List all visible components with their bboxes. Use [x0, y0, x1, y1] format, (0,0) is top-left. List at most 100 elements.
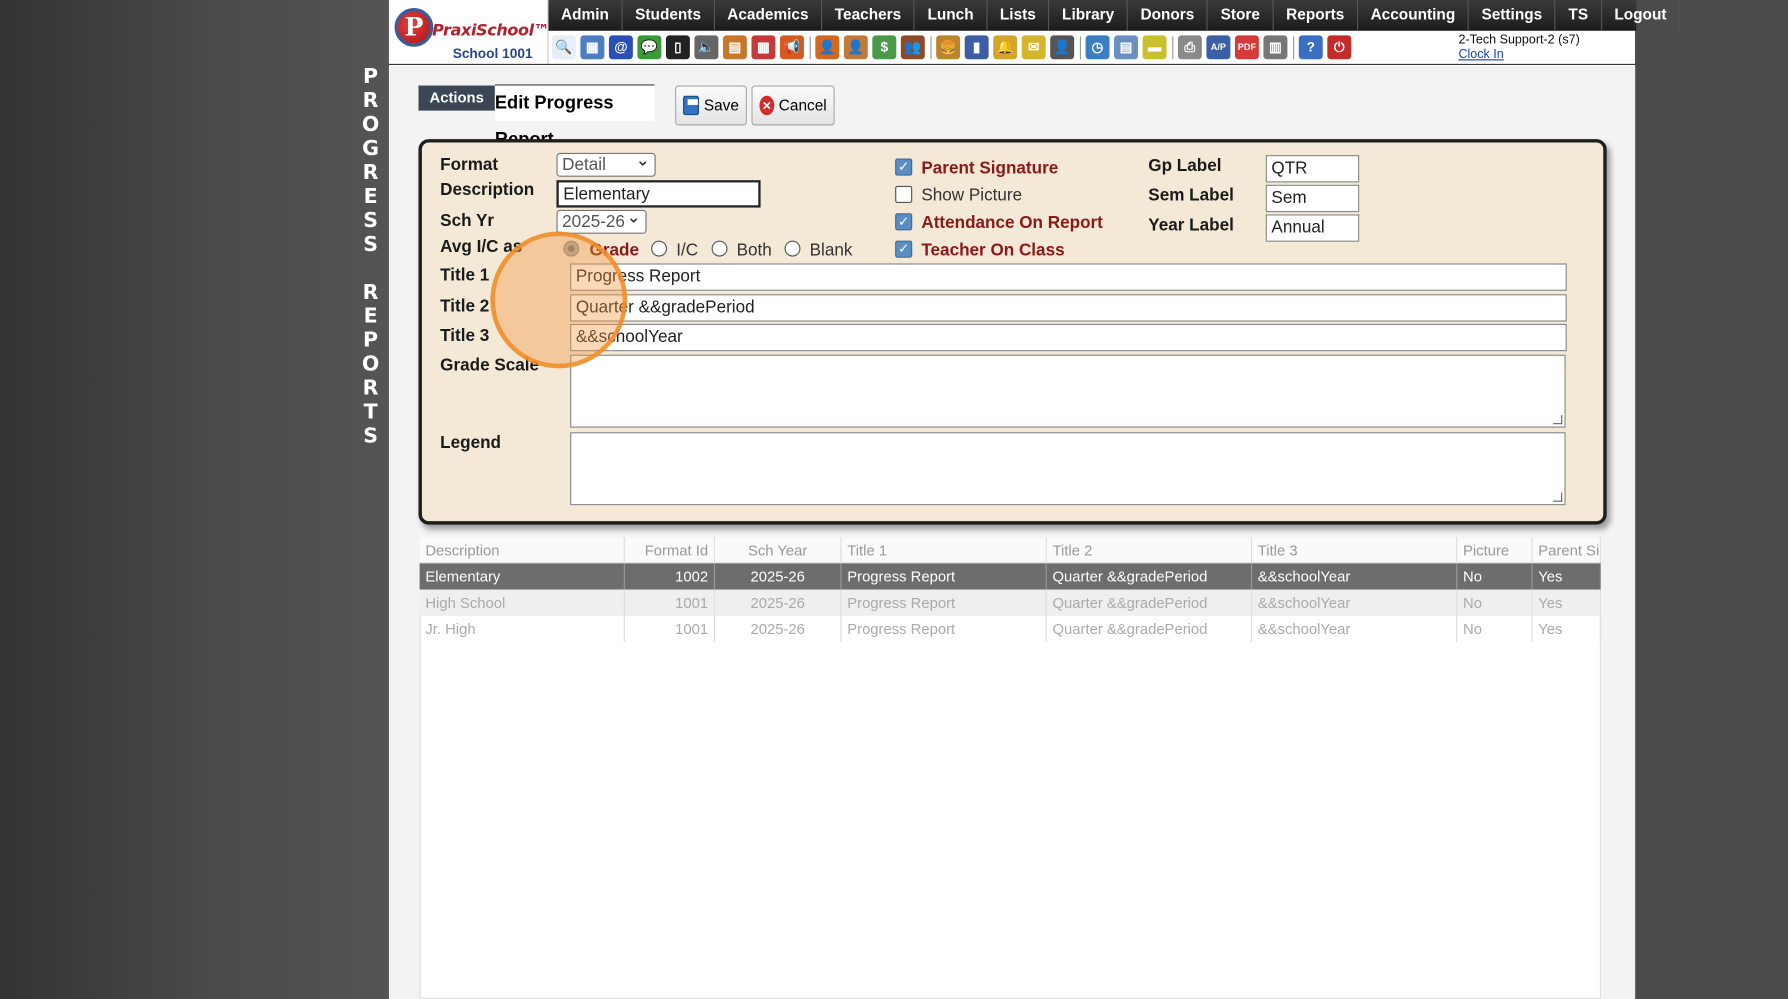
table-row[interactable]: Elementary 1002 2025-26 Progress Report Quar…: [419, 563, 1601, 590]
table-cell: 1001: [625, 615, 715, 643]
toolbar-separator: [1293, 35, 1295, 59]
menu-item-ts[interactable]: TS: [1556, 0, 1602, 31]
sch-yr-select[interactable]: 2025-26: [556, 206, 647, 234]
help-icon[interactable]: ?: [1298, 35, 1323, 60]
power-icon[interactable]: ⏻: [1327, 35, 1352, 60]
user-info: 2-Tech Support-2 (s7) Clock In: [1458, 33, 1579, 63]
side-title-letter: R: [362, 88, 379, 113]
card-icon[interactable]: ▬: [1142, 35, 1167, 60]
email-icon[interactable]: @: [608, 35, 633, 60]
menu-item-store[interactable]: Store: [1208, 0, 1274, 31]
title1-input[interactable]: Progress Report: [570, 263, 1567, 291]
mobile-icon[interactable]: ▯: [665, 35, 690, 60]
speaker-icon[interactable]: 🔈: [694, 35, 719, 60]
menu-item-settings[interactable]: Settings: [1469, 0, 1556, 31]
column-header[interactable]: Picture: [1457, 537, 1533, 563]
save-button[interactable]: Save: [675, 85, 747, 126]
search-icon[interactable]: 🔍: [551, 35, 576, 60]
teacher-on-class-checkbox[interactable]: ✓: [895, 240, 913, 258]
year-label-input[interactable]: Annual: [1265, 214, 1360, 242]
column-header[interactable]: Parent Sig: [1533, 537, 1601, 563]
calendar-icon[interactable]: ▦: [751, 35, 776, 60]
table-cell: High School: [420, 589, 625, 616]
side-title-letter: S: [363, 232, 378, 257]
menu-item-logout[interactable]: Logout: [1602, 0, 1681, 31]
book-icon[interactable]: ▮: [964, 35, 989, 60]
attendance-label: Attendance On Report: [921, 213, 1103, 233]
avg-grade-radio[interactable]: [563, 240, 580, 257]
column-header[interactable]: Format Id: [625, 537, 715, 563]
menu-item-admin[interactable]: Admin: [548, 0, 623, 31]
clock-in-link[interactable]: Clock In: [1458, 48, 1579, 63]
staff-icon[interactable]: 👤: [1050, 35, 1075, 60]
register-icon[interactable]: ▥: [1263, 35, 1288, 60]
table-cell: &&schoolYear: [1252, 563, 1458, 590]
main-panel: Actions Edit Progress Report Save × Canc…: [388, 66, 1636, 999]
clock-icon[interactable]: ◷: [1085, 35, 1110, 60]
parents-icon[interactable]: 👥: [900, 35, 925, 60]
column-header[interactable]: Title 3: [1252, 537, 1458, 563]
printer-icon[interactable]: ⎙: [1177, 35, 1202, 60]
side-title-letter: E: [363, 184, 378, 209]
table-row[interactable]: High School 1001 2025-26 Progress Report Qua…: [419, 589, 1601, 616]
column-header[interactable]: Title 2: [1047, 537, 1253, 563]
student-icon[interactable]: 👤: [843, 35, 868, 60]
format-select[interactable]: Detail: [556, 149, 656, 177]
table-cell: No: [1457, 563, 1533, 590]
logo[interactable]: P PraxiSchool™ School 1001: [388, 0, 550, 66]
table-cell: Progress Report: [842, 563, 1047, 590]
schedule-icon[interactable]: ▤: [722, 35, 747, 60]
sem-label-input[interactable]: Sem: [1265, 184, 1360, 213]
avg-ic-option-label: I/C: [676, 240, 699, 261]
attendance-checkbox[interactable]: ✓: [895, 213, 913, 231]
menu-item-teachers[interactable]: Teachers: [822, 0, 915, 31]
menu-item-academics[interactable]: Academics: [715, 0, 823, 31]
cancel-button[interactable]: × Cancel: [751, 85, 835, 126]
table-row[interactable]: Jr. High 1001 2025-26 Progress Report Quarte…: [420, 615, 1601, 643]
lunch-icon[interactable]: 🍔: [936, 35, 961, 60]
column-header[interactable]: Title 1: [842, 537, 1047, 563]
pdf-icon[interactable]: PDF: [1234, 35, 1259, 60]
avg-both-radio[interactable]: [711, 240, 728, 257]
chat-icon[interactable]: 💬: [637, 35, 662, 60]
title3-input[interactable]: &&schoolYear: [570, 323, 1567, 352]
title2-label: Title 2: [440, 296, 490, 316]
menu-item-reports[interactable]: Reports: [1274, 0, 1359, 31]
table-cell: Quarter &&gradePeriod: [1047, 615, 1253, 643]
page: P PraxiSchool™ School 1001 Admin Students…: [387, 0, 1681, 999]
side-title-letter: O: [361, 112, 380, 137]
bell-icon[interactable]: 🔔: [993, 35, 1018, 60]
list-icon[interactable]: ▤: [1114, 35, 1139, 60]
column-header[interactable]: Sch Year: [715, 537, 842, 563]
save-icon: [683, 95, 700, 116]
parent-signature-checkbox[interactable]: ✓: [895, 158, 913, 176]
side-title-letter: S: [363, 424, 378, 449]
calendar-grid-icon[interactable]: ▦: [580, 35, 605, 60]
title2-input[interactable]: Quarter &&gradePeriod: [570, 294, 1567, 322]
menu-item-donors[interactable]: Donors: [1128, 0, 1209, 31]
table-cell: Jr. High: [420, 615, 625, 643]
actions-tab[interactable]: Actions: [418, 85, 495, 111]
side-title-letter: S: [363, 208, 378, 233]
legend-textarea[interactable]: [570, 432, 1566, 506]
menu-item-lunch[interactable]: Lunch: [915, 0, 988, 31]
show-picture-checkbox[interactable]: [895, 185, 913, 203]
table-cell: 1002: [625, 563, 715, 590]
column-header[interactable]: Description: [420, 537, 625, 563]
ap-icon[interactable]: A/P: [1206, 35, 1231, 60]
menu-item-accounting[interactable]: Accounting: [1358, 0, 1469, 31]
note-icon[interactable]: ✉: [1021, 35, 1046, 60]
avg-blank-radio[interactable]: [784, 240, 801, 257]
menu-item-students[interactable]: Students: [623, 0, 715, 31]
megaphone-icon[interactable]: 📢: [779, 35, 804, 60]
menu-item-library[interactable]: Library: [1050, 0, 1128, 31]
description-input[interactable]: Elementary: [556, 180, 761, 208]
grade-scale-textarea[interactable]: [570, 354, 1566, 428]
reports-table: Description Format Id Sch Year Title 1 Title…: [419, 537, 1601, 643]
money-icon[interactable]: $: [872, 35, 897, 60]
avg-ic-radio[interactable]: [651, 240, 668, 257]
gp-label-input[interactable]: QTR: [1265, 155, 1360, 183]
teacher-icon[interactable]: 👤: [815, 35, 840, 60]
menu-item-lists[interactable]: Lists: [987, 0, 1050, 31]
year-label: Year Label: [1148, 215, 1234, 235]
